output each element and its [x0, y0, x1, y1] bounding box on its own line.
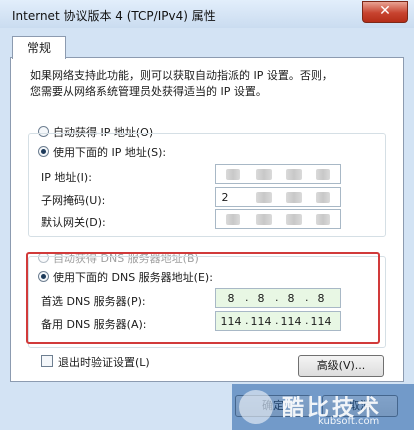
subnet-octet-1: 2: [221, 191, 229, 204]
manual-dns-label: 使用下面的 DNS 服务器地址(E):: [50, 269, 216, 285]
ip-address-input[interactable]: [215, 164, 341, 184]
manual-ip-radio[interactable]: [38, 146, 49, 157]
alternate-dns-octet-4: 114: [310, 315, 332, 328]
close-button[interactable]: ✕: [362, 1, 408, 23]
alternate-dns-input[interactable]: 114 . 114 . 114 . 114: [215, 311, 341, 331]
alternate-dns-octet-1: 114: [220, 315, 242, 328]
subnet-mask-label: 子网掩码(U):: [41, 194, 106, 207]
description: 如果网络支持此功能，则可以获取自动指派的 IP 设置。否则， 您需要从网络系统管…: [30, 68, 390, 100]
title-bar: Internet 协议版本 4 (TCP/IPv4) 属性 ✕: [0, 0, 414, 28]
preferred-dns-octet-3: 8: [287, 292, 295, 305]
close-icon: ✕: [379, 3, 391, 19]
gateway-input[interactable]: [215, 209, 341, 229]
subnet-mask-input[interactable]: 2: [215, 187, 341, 207]
preferred-dns-input[interactable]: 8 . 8 . 8 . 8: [215, 288, 341, 308]
window-title: Internet 协议版本 4 (TCP/IPv4) 属性: [12, 9, 216, 23]
tab-general[interactable]: 常规: [12, 36, 66, 59]
alternate-dns-label: 备用 DNS 服务器(A):: [41, 318, 147, 331]
description-line-1: 如果网络支持此功能，则可以获取自动指派的 IP 设置。否则，: [30, 69, 333, 82]
manual-dns-radio[interactable]: [38, 271, 49, 282]
preferred-dns-label: 首选 DNS 服务器(P):: [41, 295, 146, 308]
advanced-button[interactable]: 高级(V)...: [298, 355, 384, 377]
preferred-dns-octet-4: 8: [317, 292, 325, 305]
description-line-2: 您需要从网络系统管理员处获得适当的 IP 设置。: [30, 85, 267, 98]
validate-checkbox[interactable]: [41, 355, 53, 367]
watermark-url: kubsoft.com: [318, 416, 380, 427]
validate-checkbox-label: 退出时验证设置(L): [58, 356, 150, 369]
preferred-dns-octet-2: 8: [257, 292, 265, 305]
ip-address-label: IP 地址(I):: [41, 171, 92, 184]
preferred-dns-octet-1: 8: [227, 292, 235, 305]
alternate-dns-octet-2: 114: [250, 315, 272, 328]
manual-ip-label: 使用下面的 IP 地址(S):: [50, 144, 170, 160]
gateway-label: 默认网关(D):: [41, 216, 106, 229]
watermark-logo-icon: [239, 390, 273, 424]
alternate-dns-octet-3: 114: [280, 315, 302, 328]
